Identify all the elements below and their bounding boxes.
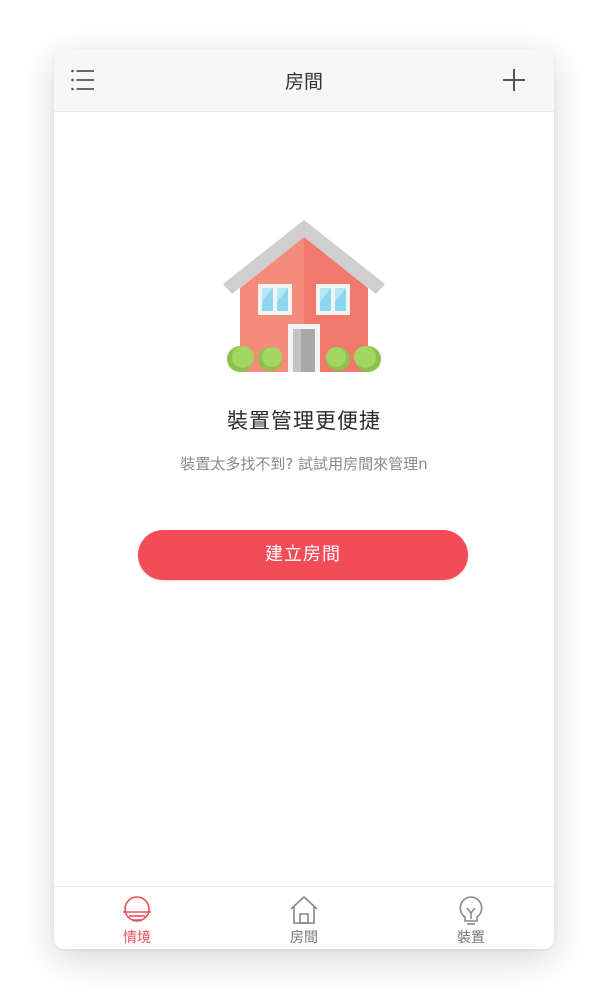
page-title: 房間: [284, 71, 323, 93]
add-room-button[interactable]: [496, 62, 532, 98]
tab-bar: 情境 房間 裝置: [54, 886, 554, 949]
home-icon: [290, 896, 318, 924]
tab-devices[interactable]: 裝置: [388, 887, 554, 949]
navigation-bar: 房間: [54, 49, 554, 112]
plus-icon: [503, 69, 525, 91]
tab-rooms-label: 房間: [290, 930, 318, 946]
empty-state-subtitle: 裝置太多找不到? 試試用房間來管理n: [180, 455, 428, 473]
create-room-button[interactable]: 建立房間: [138, 530, 468, 580]
tab-scenes[interactable]: 情境: [54, 887, 220, 949]
tab-devices-label: 裝置: [457, 930, 485, 946]
menu-icon: [71, 69, 94, 91]
empty-state-title: 裝置管理更便捷: [227, 409, 381, 433]
app-screen: 房間 裝置管理更便捷 裝置太多找不到? 試試用房間來管理n 建立房間 情境 房間…: [54, 49, 554, 949]
tab-scenes-label: 情境: [123, 930, 151, 946]
scene-icon: [123, 896, 151, 922]
house-icon: [223, 220, 385, 372]
menu-button[interactable]: [64, 62, 100, 98]
tab-rooms[interactable]: 房間: [221, 887, 387, 949]
bulb-icon: [459, 896, 483, 925]
